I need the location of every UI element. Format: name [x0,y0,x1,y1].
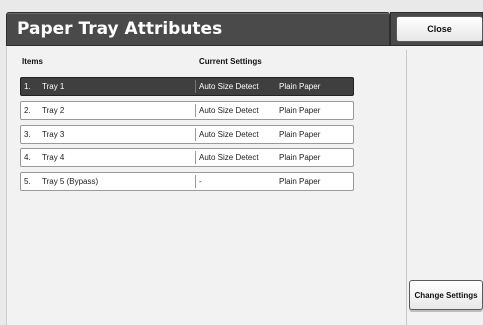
paper-size: Auto Size Detect [199,82,259,91]
paper-tray-attributes-screen: Paper Tray Attributes Close Items Curren… [0,0,483,325]
tray-name: Tray 4 [42,153,65,162]
row-separator [195,104,196,117]
column-header-items: Items [22,57,43,66]
row-number: 2. [24,106,31,115]
tray-row-5[interactable]: 5. Tray 5 (Bypass) - Plain Paper [20,172,354,191]
tray-row-4[interactable]: 4. Tray 4 Auto Size Detect Plain Paper [20,148,354,167]
tray-name: Tray 2 [42,106,65,115]
row-separator [195,151,196,164]
column-header-current-settings: Current Settings [199,57,262,66]
change-settings-button[interactable]: Change Settings [409,280,483,310]
tray-name: Tray 3 [42,130,65,139]
row-number: 5. [24,177,31,186]
tray-name: Tray 1 [42,82,65,91]
row-number: 4. [24,153,31,162]
paper-size: Auto Size Detect [199,106,259,115]
page-title: Paper Tray Attributes [17,19,223,39]
row-separator [195,128,196,141]
panel-divider [406,50,407,325]
row-separator [195,175,196,188]
tray-row-3[interactable]: 3. Tray 3 Auto Size Detect Plain Paper [20,125,354,144]
paper-size: Auto Size Detect [199,153,259,162]
paper-type: Plain Paper [279,153,321,162]
tray-row-1[interactable]: 1. Tray 1 Auto Size Detect Plain Paper [20,77,354,96]
row-separator [195,80,196,93]
row-number: 3. [24,130,31,139]
tray-name: Tray 5 (Bypass) [42,177,99,186]
paper-type: Plain Paper [279,130,321,139]
row-number: 1. [24,82,31,91]
paper-size: - [199,177,202,186]
paper-type: Plain Paper [279,106,321,115]
tray-row-2[interactable]: 2. Tray 2 Auto Size Detect Plain Paper [20,101,354,120]
title-bar: Paper Tray Attributes [6,12,390,46]
paper-type: Plain Paper [279,177,321,186]
close-button[interactable]: Close [396,16,483,42]
paper-size: Auto Size Detect [199,130,259,139]
paper-type: Plain Paper [279,82,321,91]
